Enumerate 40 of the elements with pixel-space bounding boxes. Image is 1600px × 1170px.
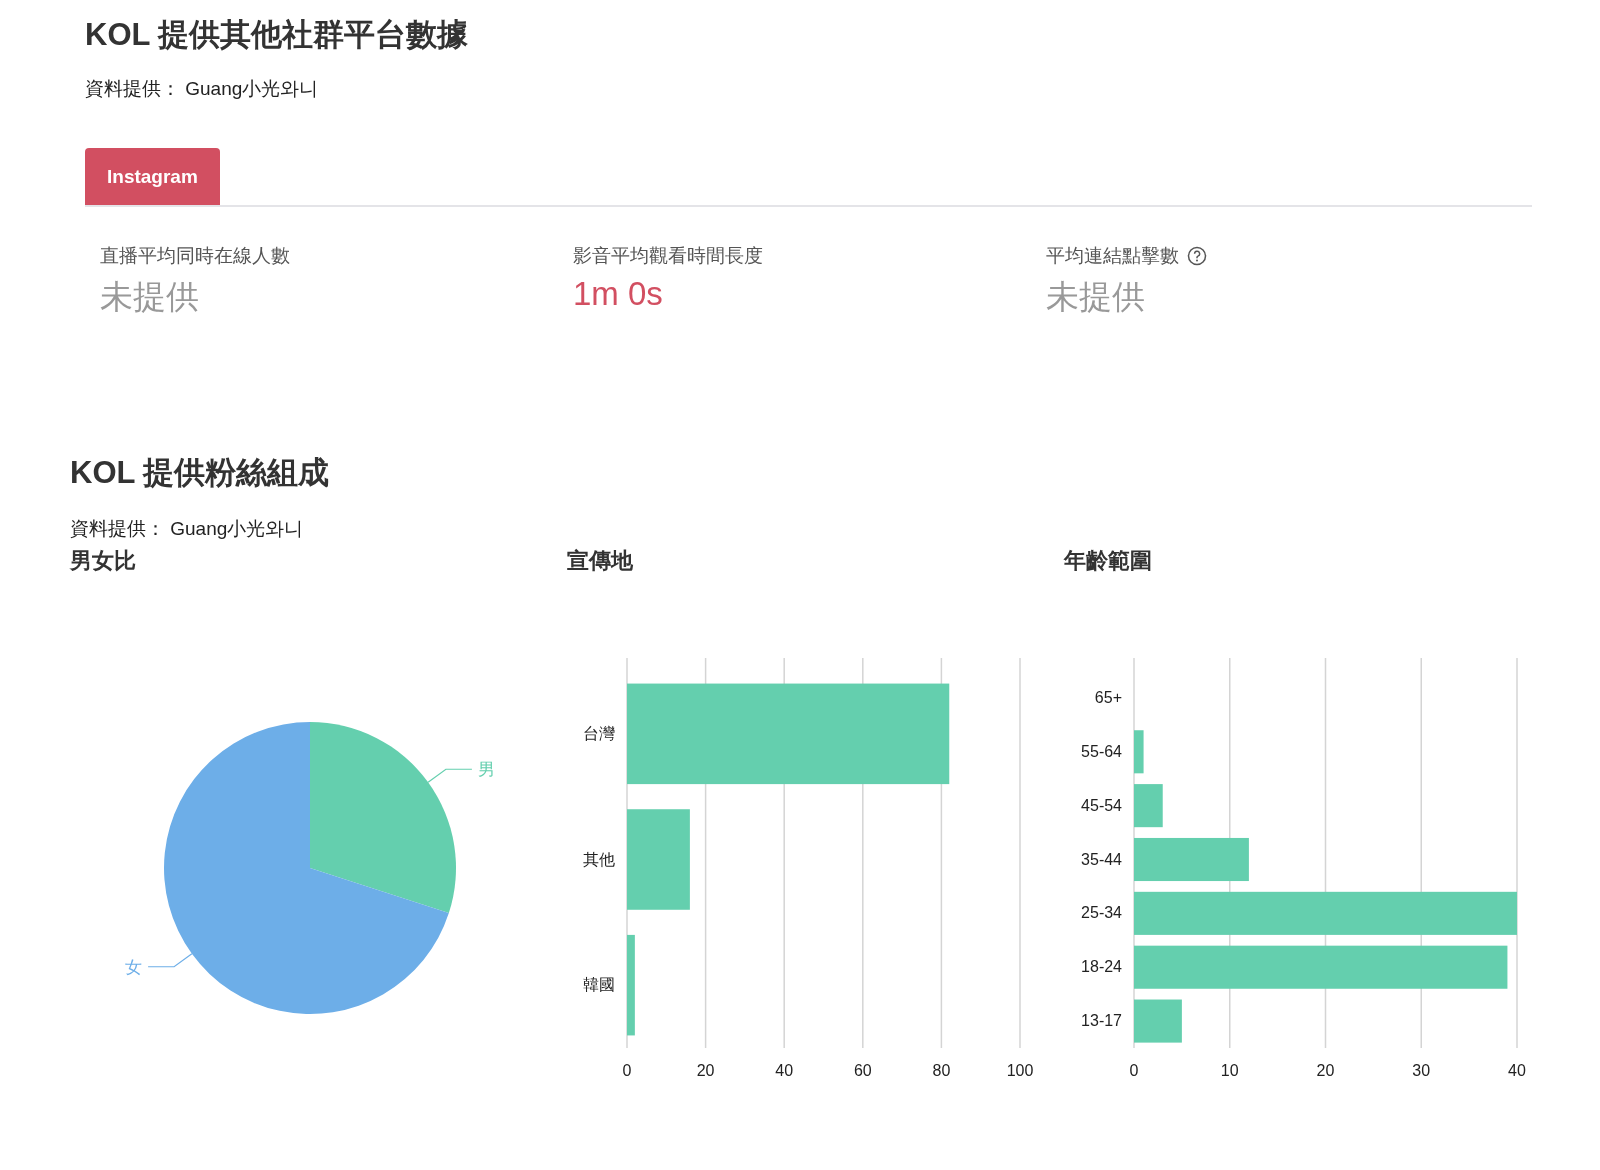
slice-label: 男 bbox=[477, 760, 495, 780]
axis-tick-label: 0 bbox=[1129, 1062, 1139, 1079]
category-label: 45-54 bbox=[1081, 796, 1122, 814]
category-label: 35-44 bbox=[1081, 850, 1122, 868]
category-label: 55-64 bbox=[1081, 742, 1122, 760]
metric-label: 直播平均同時在線人數 bbox=[100, 244, 290, 268]
chart-title: 宣傳地 bbox=[567, 547, 634, 575]
axis-tick-label: 100 bbox=[1006, 1062, 1034, 1079]
axis-tick-label: 0 bbox=[622, 1062, 632, 1079]
metric-value: 未提供 bbox=[1046, 277, 1146, 317]
leader-line bbox=[427, 768, 473, 783]
chart-title: 年齡範圍 bbox=[1064, 547, 1153, 575]
axis-tick-label: 20 bbox=[696, 1062, 715, 1079]
metric-value: 1m 0s bbox=[573, 275, 664, 313]
axis-tick-label: 40 bbox=[775, 1062, 794, 1079]
help-icon[interactable] bbox=[1187, 246, 1207, 266]
axis-tick-label: 40 bbox=[1508, 1062, 1526, 1079]
page-title: KOL 提供其他社群平台數據 bbox=[85, 16, 470, 54]
platform-tab[interactable]: Instagram bbox=[85, 148, 220, 205]
category-label: 韓國 bbox=[583, 976, 615, 994]
category-label: 65+ bbox=[1094, 688, 1122, 706]
metric-label: 平均連結點擊數 bbox=[1046, 244, 1179, 268]
category-label: 台灣 bbox=[583, 724, 615, 742]
chart-title: 男女比 bbox=[70, 547, 137, 575]
category-label: 25-34 bbox=[1081, 904, 1122, 922]
category-label: 18-24 bbox=[1081, 958, 1122, 976]
data-source: 資料提供： Guang小光와니 bbox=[85, 77, 320, 101]
metric-label: 影音平均觀看時間長度 bbox=[573, 244, 763, 268]
axis-tick-label: 60 bbox=[853, 1062, 872, 1079]
slice-label: 女 bbox=[125, 957, 143, 977]
data-source: 資料提供： Guang小光와니 bbox=[70, 517, 305, 541]
category-label: 13-17 bbox=[1081, 1012, 1122, 1030]
axis-tick-label: 30 bbox=[1412, 1062, 1431, 1079]
axis-tick-label: 20 bbox=[1316, 1062, 1335, 1079]
axis-tick-label: 80 bbox=[932, 1062, 951, 1079]
axis-tick-label: 10 bbox=[1220, 1062, 1239, 1079]
leader-line bbox=[147, 953, 193, 968]
category-label: 其他 bbox=[583, 850, 615, 868]
section-title: KOL 提供粉絲組成 bbox=[70, 454, 331, 492]
metric-value: 未提供 bbox=[100, 277, 200, 317]
